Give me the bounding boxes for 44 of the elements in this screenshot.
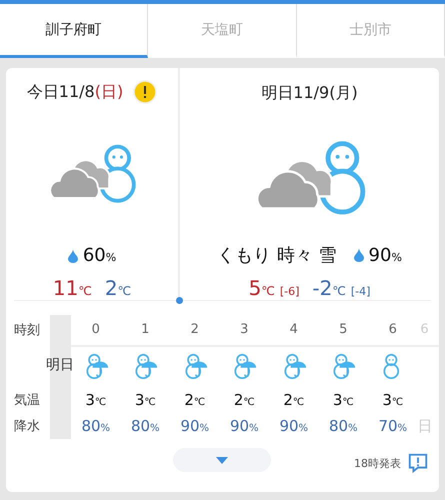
- scroll-dot: [176, 297, 183, 304]
- temp-cell-text: 2℃: [282, 390, 306, 409]
- high-temp-diff: [-6]: [280, 285, 300, 298]
- rain-cell-text: 90%: [228, 417, 260, 436]
- raindrop-icon: [354, 248, 364, 262]
- rain-cell-text: 70%: [377, 417, 408, 436]
- temp-cell-text: 2℃: [183, 390, 206, 409]
- raindrop-icon: [68, 248, 78, 263]
- rain-cell-text: 80%: [130, 417, 161, 436]
- rain-chance: 60%: [82, 245, 116, 266]
- rain-cell-text: 90%: [278, 417, 310, 436]
- low-temp: 2℃: [104, 276, 132, 300]
- row-label: 気温: [14, 392, 41, 410]
- weather-text: くもり 時々 雪: [217, 244, 337, 267]
- temp-cell-text: 3℃: [84, 390, 108, 409]
- hour-cell-text: 3: [239, 322, 250, 338]
- high-temp: 5℃: [248, 276, 275, 300]
- warning-icon[interactable]: [133, 80, 158, 104]
- low-temp: -2℃: [312, 276, 346, 300]
- rain-cell-text: 90%: [179, 417, 210, 436]
- temp-cell-text: 3℃: [134, 390, 157, 409]
- temp-cell-text: 2℃: [232, 390, 256, 409]
- temp-cell-text: 3℃: [332, 390, 355, 409]
- location-tab[interactable]: 訓子府町: [0, 4, 148, 58]
- rain-chance: 90%: [368, 244, 402, 266]
- high-temp: 11℃: [52, 276, 92, 300]
- hour-cell-text: 6: [388, 322, 398, 338]
- hour-cell-text: 1: [140, 322, 150, 338]
- notice-icon[interactable]: [407, 452, 429, 474]
- day-title: 明日11/9(月): [261, 82, 358, 104]
- temp-cell-text: 3℃: [381, 390, 404, 409]
- row-label: 時刻: [14, 322, 41, 340]
- low-temp-diff: [-4]: [350, 285, 370, 298]
- hour-cell-text: 0: [90, 322, 101, 338]
- hour-cell-text: 4: [288, 322, 299, 338]
- day-title: 今日11/8(日): [26, 82, 124, 103]
- caret-icon: [216, 456, 228, 464]
- hour-cell-text: 2: [190, 322, 200, 338]
- row-label: 降水: [14, 418, 41, 436]
- rain-cell-text: 80%: [328, 417, 359, 436]
- rain-cell-text: 80%: [80, 417, 112, 436]
- date-label: 明日: [46, 356, 74, 374]
- hour-cell-text: 5: [338, 322, 348, 338]
- issued-time: 18時発表: [354, 456, 401, 470]
